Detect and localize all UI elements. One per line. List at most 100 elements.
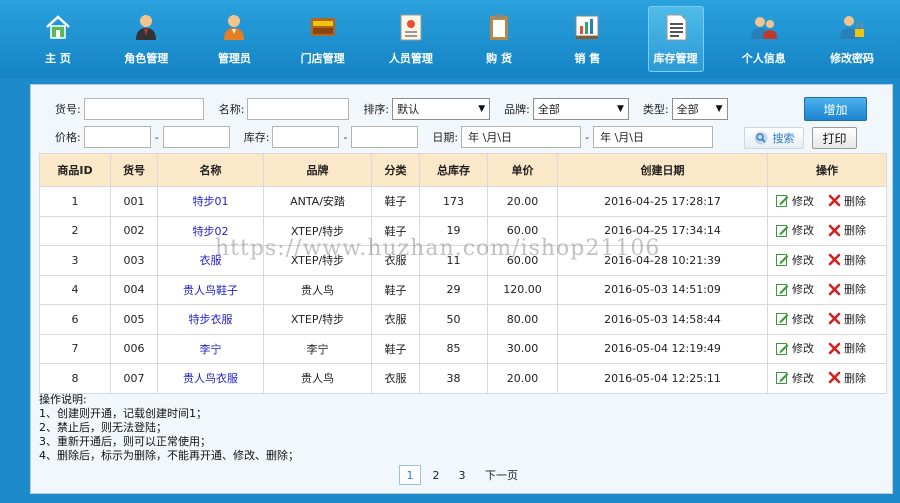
delete-label: 删除: [844, 312, 866, 326]
cell-id: 6: [39, 304, 111, 335]
nav-item-roles[interactable]: 角色管理: [118, 6, 174, 72]
cell-name[interactable]: 特步01: [157, 186, 264, 217]
home-icon: [43, 12, 73, 42]
print-button[interactable]: 打印: [812, 127, 857, 149]
edit-button[interactable]: 修改: [776, 252, 814, 268]
delete-label: 删除: [844, 253, 866, 267]
edit-label: 修改: [792, 371, 814, 385]
edit-label: 修改: [792, 312, 814, 326]
nav-item-stores[interactable]: 门店管理: [295, 6, 351, 72]
table-header-row: 商品ID 货号 名称 品牌 分类 总库存 单价 创建日期 操作: [39, 153, 887, 187]
edit-icon: [776, 313, 789, 325]
stock-max-input[interactable]: [351, 126, 419, 148]
cell-actions: 修改 删除: [767, 363, 887, 394]
search-icon: [754, 131, 767, 145]
delete-button[interactable]: 删除: [828, 193, 866, 209]
type-select[interactable]: 全部 ▼: [671, 98, 728, 120]
stock-min-input[interactable]: [272, 126, 340, 148]
edit-icon: [776, 224, 789, 237]
cell-name[interactable]: 李宁: [157, 333, 264, 364]
date-label: 日期:: [432, 131, 459, 144]
column-header[interactable]: 创建日期: [557, 153, 768, 187]
edit-button[interactable]: 修改: [776, 193, 814, 209]
nav-item-sales[interactable]: 销 售: [559, 6, 615, 72]
cell-price: 30.00: [487, 333, 558, 364]
nav-item-staff[interactable]: 人员管理: [383, 6, 439, 72]
cell-id: 8: [39, 363, 111, 394]
nav-item-password[interactable]: 修改密码: [824, 6, 880, 72]
edit-button[interactable]: 修改: [776, 281, 814, 297]
cell-actions: 修改 删除: [767, 274, 887, 305]
chevron-down-icon: ▼: [616, 104, 624, 114]
delete-button[interactable]: 删除: [828, 222, 866, 238]
nav-item-inventory[interactable]: 库存管理: [647, 6, 704, 72]
nav-label: 库存管理: [653, 52, 698, 65]
name-label: 名称:: [218, 103, 245, 116]
nav-item-purchase[interactable]: 购 货: [471, 6, 527, 72]
cell-name[interactable]: 贵人鸟衣服: [157, 363, 264, 394]
table-row: 7 006 李宁 李宁 鞋子 85 30.00 2016-05-04 12:19:49 修改 删除: [39, 333, 887, 364]
column-header[interactable]: 总库存: [419, 153, 488, 187]
delete-icon: [828, 224, 841, 236]
price-min-input[interactable]: [83, 126, 151, 148]
page-1-button[interactable]: 1: [399, 465, 421, 485]
profile-icon: [749, 12, 779, 42]
top-navbar: 主 页 角色管理 管理员 门店管理 人员管理 购 货 销 售 库存管理 个人信息…: [0, 0, 900, 78]
price-max-input[interactable]: [162, 126, 230, 148]
nav-item-admins[interactable]: 管理员: [206, 6, 262, 72]
table-row: 1 001 特步01 ANTA/安踏 鞋子 173 20.00 2016-04-25 17:2…: [39, 186, 887, 217]
edit-button[interactable]: 修改: [776, 311, 814, 327]
purchase-icon: [484, 12, 514, 42]
instruction-line: 3、重新开通后，则可以正常使用；: [39, 435, 211, 448]
add-button[interactable]: 增加: [804, 97, 867, 121]
edit-label: 修改: [792, 253, 814, 267]
delete-label: 删除: [844, 283, 866, 296]
cell-brand: 贵人鸟: [263, 363, 372, 394]
cell-created: 2016-05-04 12:19:49: [557, 333, 768, 364]
edit-button[interactable]: 修改: [776, 222, 814, 238]
nav-item-home[interactable]: 主 页: [30, 6, 86, 72]
cell-name[interactable]: 贵人鸟鞋子: [157, 274, 264, 305]
chevron-down-icon: ▼: [478, 104, 486, 114]
column-header[interactable]: 品牌: [263, 153, 372, 187]
brand-select[interactable]: 全部 ▼: [532, 98, 629, 120]
delete-button[interactable]: 删除: [828, 340, 866, 356]
cell-id: 1: [39, 186, 111, 217]
edit-icon: [776, 254, 789, 266]
edit-button[interactable]: 修改: [776, 370, 814, 386]
instruction-line: 4、删除后，标示为删除，不能再开通、修改、删除；: [39, 449, 299, 462]
name-input[interactable]: [247, 98, 350, 120]
page-2-button[interactable]: 2: [425, 465, 447, 485]
column-header[interactable]: 名称: [157, 153, 264, 187]
cell-actions: 修改 删除: [767, 245, 887, 276]
cell-code: 006: [110, 333, 158, 364]
cell-actions: 修改 删除: [767, 304, 887, 335]
code-input[interactable]: [83, 98, 204, 120]
delete-button[interactable]: 删除: [828, 252, 866, 268]
delete-label: 删除: [844, 342, 866, 355]
date-from-input[interactable]: 年 \月\日: [461, 126, 582, 148]
search-button[interactable]: 搜索: [744, 127, 804, 149]
next-page-link[interactable]: 下一页: [485, 465, 518, 485]
date-to-input[interactable]: 年 \月\日: [593, 126, 714, 148]
cell-code: 001: [110, 186, 158, 217]
cell-name[interactable]: 特步衣服: [157, 304, 264, 335]
cell-category: 衣服: [371, 304, 420, 335]
instruction-line: 1、创建则开通，记载创建时间1；: [39, 407, 207, 420]
delete-button[interactable]: 删除: [828, 281, 866, 297]
sort-select[interactable]: 默认 ▼: [392, 98, 491, 120]
column-header[interactable]: 单价: [487, 153, 558, 187]
page-3-button[interactable]: 3: [451, 465, 473, 485]
delete-button[interactable]: 删除: [828, 311, 866, 327]
column-header[interactable]: 分类: [371, 153, 420, 187]
instructions: 操作说明: 1、创建则开通，记载创建时间1； 2、禁止后，则无法登陆； 3、重新…: [39, 393, 299, 463]
delete-button[interactable]: 删除: [828, 370, 866, 386]
cell-code: 007: [110, 363, 158, 394]
edit-button[interactable]: 修改: [776, 340, 814, 356]
column-header[interactable]: 货号: [110, 153, 158, 187]
column-header[interactable]: 商品ID: [39, 153, 111, 187]
sort-label: 排序:: [363, 103, 390, 116]
cell-brand: XTEP/特步: [263, 304, 372, 335]
nav-item-profile[interactable]: 个人信息: [736, 6, 792, 72]
cell-id: 2: [39, 215, 111, 246]
